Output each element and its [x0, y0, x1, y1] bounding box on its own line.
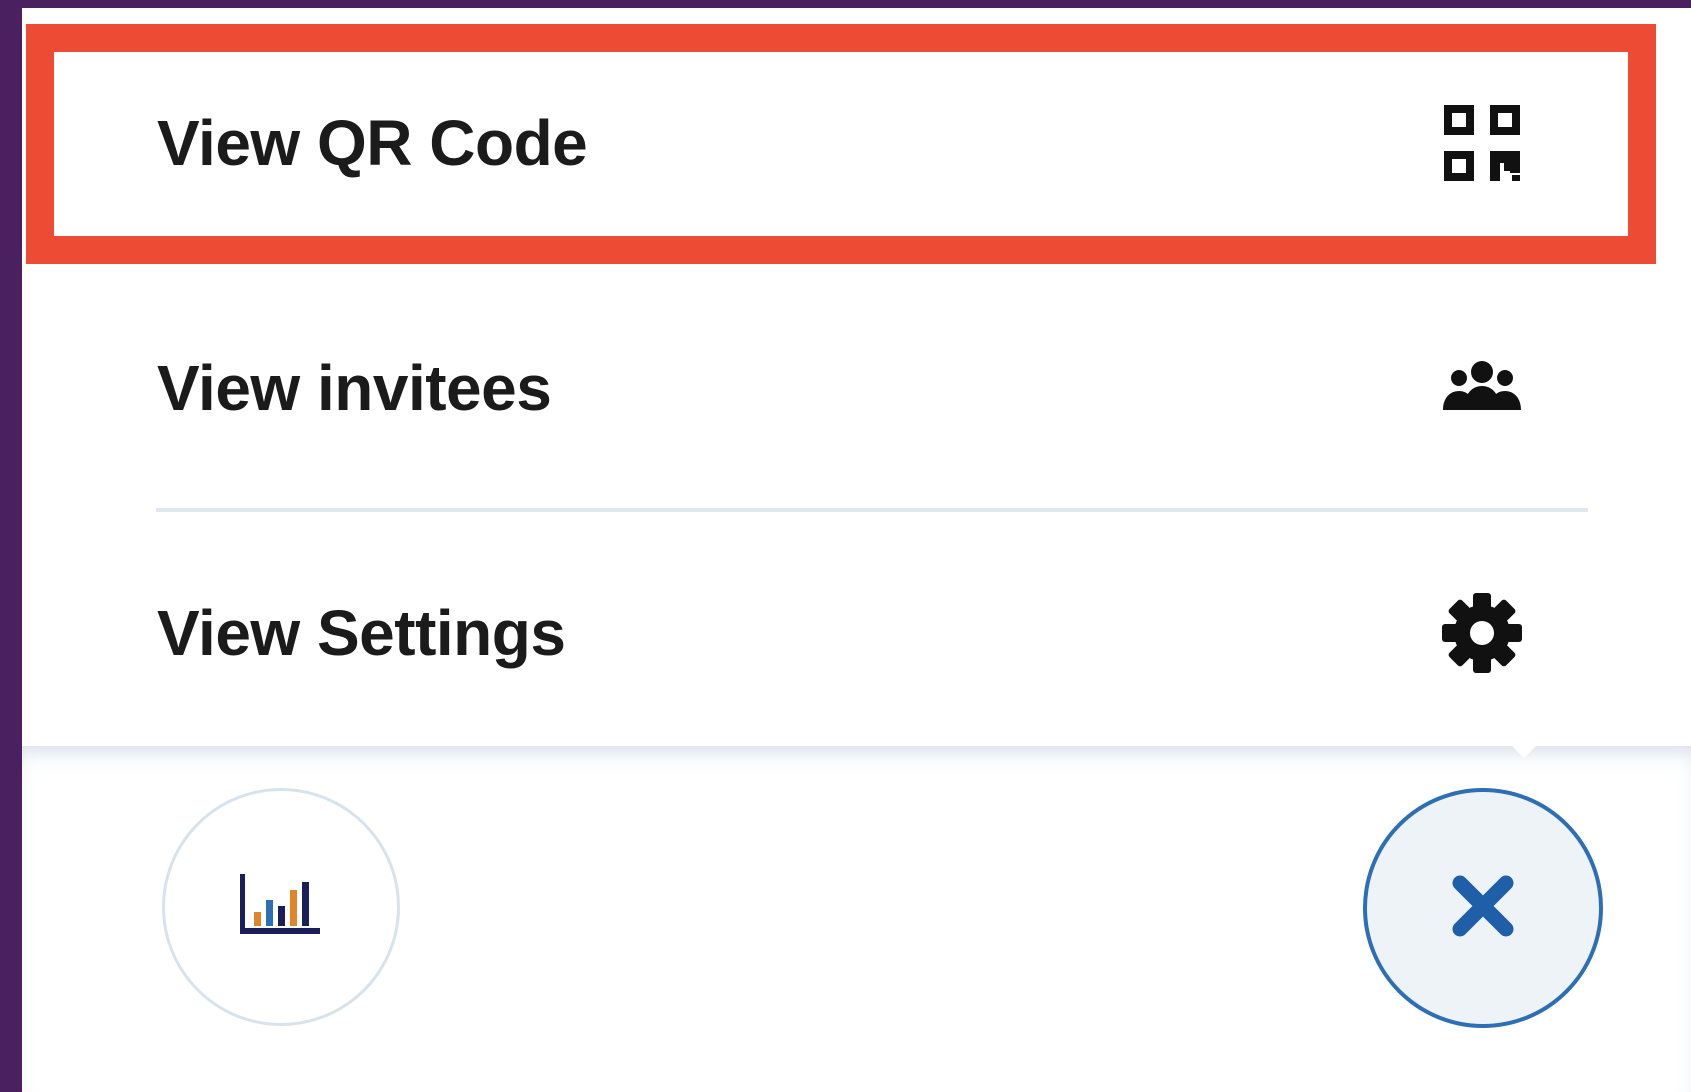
close-button[interactable] [1363, 788, 1603, 1028]
app-screen: View QR Code View invitees View Settings [22, 8, 1691, 1092]
menu-item-view-settings[interactable]: View Settings [22, 518, 1691, 748]
menu-pointer-notch [1502, 736, 1546, 758]
action-menu: View QR Code View invitees View Settings [22, 8, 1691, 746]
people-group-icon [1437, 343, 1527, 433]
qr-code-icon [1437, 98, 1527, 188]
menu-item-label: View invitees [157, 352, 552, 424]
menu-item-label: View Settings [157, 597, 566, 669]
menu-item-label: View QR Code [157, 107, 588, 179]
menu-item-view-invitees[interactable]: View invitees [22, 273, 1691, 503]
gear-icon [1437, 588, 1527, 678]
close-icon [1448, 871, 1518, 946]
bar-chart-icon [236, 870, 326, 945]
menu-item-view-qr-code[interactable]: View QR Code [22, 23, 1691, 263]
menu-divider [156, 508, 1588, 512]
stats-button[interactable] [162, 788, 400, 1026]
